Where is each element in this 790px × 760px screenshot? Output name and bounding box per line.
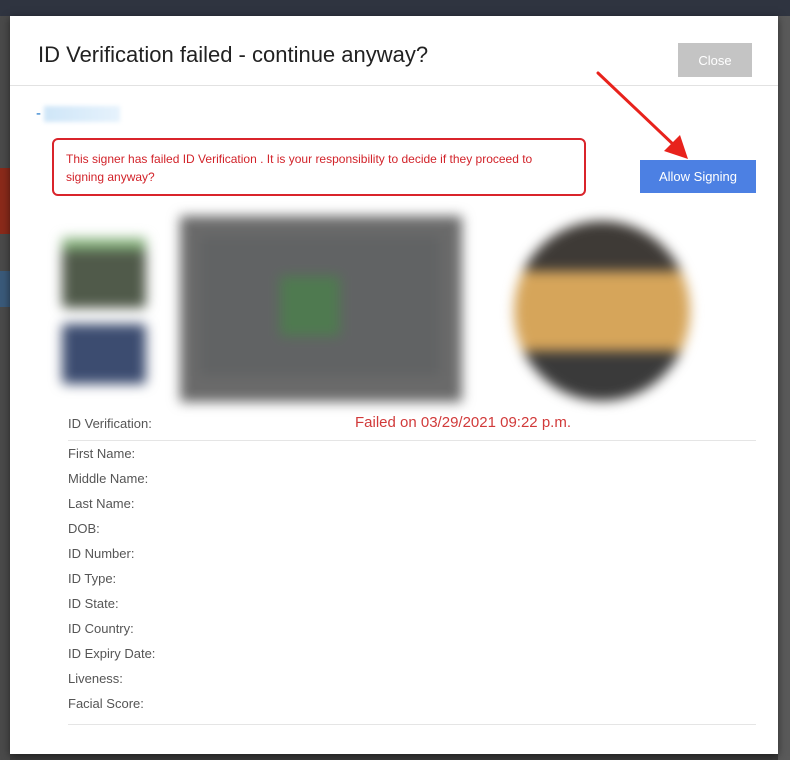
id-back-thumbnail[interactable] — [62, 324, 146, 384]
selfie-photo — [514, 221, 690, 401]
failed-verification-warning: This signer has failed ID Verification .… — [52, 138, 586, 196]
signer-name-prefix: - — [36, 105, 41, 122]
facial-score-label: Facial Score: — [68, 696, 144, 711]
id-type-label: ID Type: — [68, 571, 117, 586]
id-expiry-date-label: ID Expiry Date: — [68, 646, 156, 661]
details-divider-bottom — [68, 724, 756, 725]
background-red-block — [0, 168, 10, 234]
id-document-image — [180, 216, 462, 402]
id-country-label: ID Country: — [68, 621, 134, 636]
background-page-right — [778, 16, 790, 760]
id-front-thumbnail[interactable] — [62, 238, 146, 308]
signer-name-redacted — [44, 106, 120, 122]
id-verification-status: Failed on 03/29/2021 09:22 p.m. — [355, 414, 571, 431]
allow-signing-button[interactable]: Allow Signing — [640, 160, 756, 193]
signer-name-link[interactable]: - — [36, 106, 120, 122]
middle-name-label: Middle Name: — [68, 471, 149, 486]
warning-text: This signer has failed ID Verification .… — [66, 152, 533, 184]
background-page-left — [0, 16, 10, 760]
id-state-label: ID State: — [68, 596, 119, 611]
details-divider-top — [68, 440, 756, 441]
last-name-label: Last Name: — [68, 496, 135, 511]
liveness-label: Liveness: — [68, 671, 123, 686]
id-verification-modal: ID Verification failed - continue anyway… — [10, 16, 778, 754]
id-verification-label: ID Verification: — [68, 416, 152, 431]
modal-title: ID Verification failed - continue anyway… — [38, 42, 429, 67]
dob-label: DOB: — [68, 521, 100, 536]
id-number-label: ID Number: — [68, 546, 135, 561]
first-name-label: First Name: — [68, 446, 136, 461]
background-header-strip — [0, 0, 790, 16]
red-arrow-annotation — [596, 71, 688, 159]
background-blue-block — [0, 271, 10, 307]
